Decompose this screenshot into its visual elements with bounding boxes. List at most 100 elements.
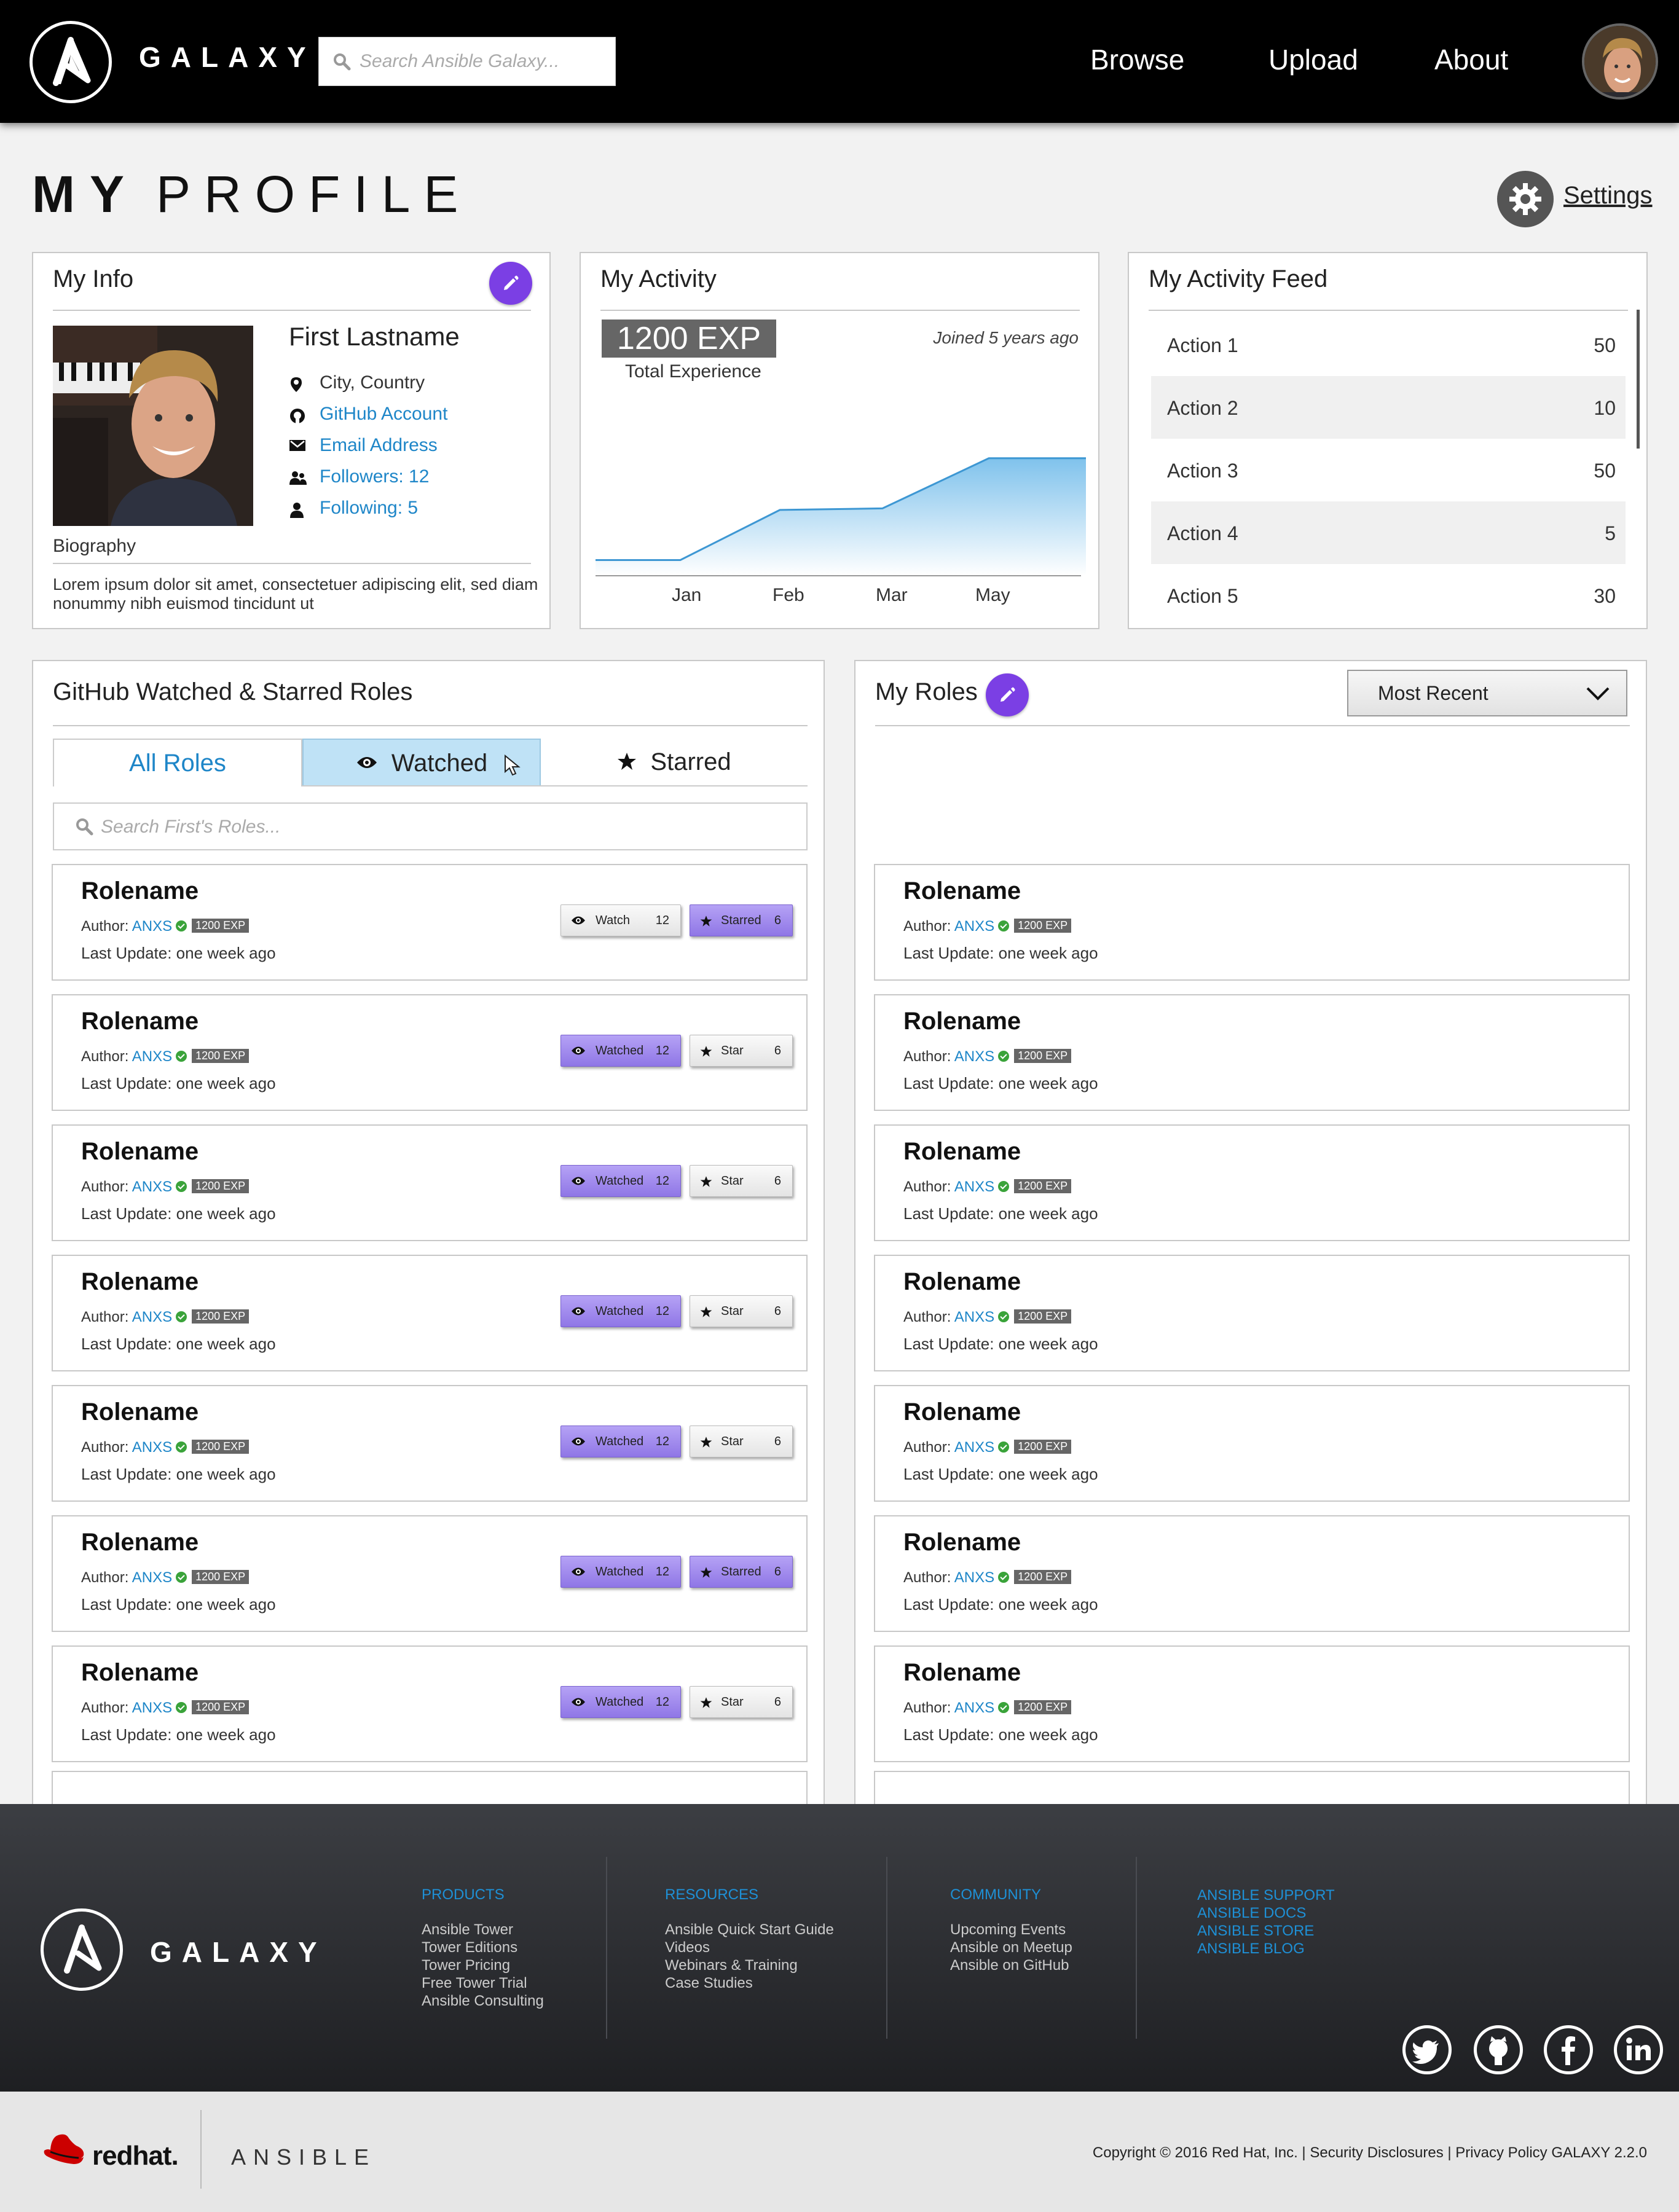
author-link[interactable]: ANXS — [954, 1569, 994, 1586]
feed-item[interactable]: Action 2 10 — [1151, 376, 1626, 439]
footer-link[interactable]: Ansible on Meetup — [950, 1939, 1072, 1956]
role-name[interactable]: Rolename — [81, 1008, 199, 1035]
watch-button[interactable]: Watched 12 — [560, 1426, 681, 1457]
author-link[interactable]: ANXS — [132, 1179, 172, 1195]
footer-link[interactable]: Ansible Consulting — [422, 1992, 544, 2010]
scrollbar[interactable] — [1637, 310, 1640, 449]
watch-button[interactable]: Watched 12 — [560, 1165, 681, 1197]
role-name[interactable]: Rolename — [903, 1659, 1021, 1687]
author-link[interactable]: ANXS — [132, 1700, 172, 1716]
watch-button[interactable]: Watched 12 — [560, 1686, 681, 1718]
footer-link[interactable]: Upcoming Events — [950, 1921, 1072, 1939]
role-card[interactable]: Rolename Author: ANXS 1200 EXP Last Update:… — [874, 1645, 1630, 1762]
footer-link[interactable]: ANSIBLE DOCS — [1197, 1904, 1335, 1922]
feed-item[interactable]: Action 1 50 — [1151, 313, 1626, 376]
tab-watched[interactable]: Watched — [302, 739, 541, 786]
role-card[interactable]: Rolename Author: ANXS 1200 EXP Last Update:… — [874, 864, 1630, 981]
global-search-input[interactable] — [360, 47, 605, 76]
edit-roles-button[interactable] — [986, 673, 1029, 716]
user-avatar[interactable] — [1582, 23, 1658, 100]
footer-link[interactable]: Ansible Quick Start Guide — [665, 1921, 834, 1939]
roles-search-input[interactable] — [101, 814, 777, 841]
footer-link[interactable]: Tower Editions — [422, 1939, 544, 1956]
github-icon[interactable] — [1474, 2025, 1523, 2074]
role-card[interactable]: Rolename Author: ANXS 1200 EXP Last Update:… — [52, 1515, 808, 1632]
role-name[interactable]: Rolename — [81, 877, 199, 905]
star-button[interactable]: Starred 6 — [690, 1556, 793, 1588]
role-name[interactable]: Rolename — [81, 1398, 199, 1426]
footer-link[interactable]: Tower Pricing — [422, 1956, 544, 1974]
footer-link[interactable]: ANSIBLE BLOG — [1197, 1940, 1335, 1958]
footer-link[interactable]: Videos — [665, 1939, 834, 1956]
role-card[interactable]: Rolename Author: ANXS 1200 EXP Last Update:… — [874, 1515, 1630, 1632]
github-link[interactable]: GitHub Account — [320, 404, 447, 425]
nav-about[interactable]: About — [1434, 43, 1508, 76]
settings-link[interactable]: Settings — [1563, 182, 1653, 210]
star-button[interactable]: Star 6 — [690, 1295, 793, 1327]
role-name[interactable]: Rolename — [903, 1398, 1021, 1426]
feed-item[interactable]: Action 4 5 — [1151, 501, 1626, 564]
footer-link[interactable]: ANSIBLE SUPPORT — [1197, 1886, 1335, 1904]
linkedin-icon[interactable] — [1614, 2025, 1663, 2074]
role-card[interactable]: Rolename Author: ANXS 1200 EXP Last Update:… — [874, 994, 1630, 1111]
redhat-wordmark[interactable]: redhat. — [92, 2141, 179, 2171]
role-name[interactable]: Rolename — [903, 1008, 1021, 1035]
role-card[interactable]: Rolename Author: ANXS 1200 EXP Last Update:… — [52, 994, 808, 1111]
star-button[interactable]: Star 6 — [690, 1686, 793, 1718]
ansible-logo[interactable] — [41, 1908, 123, 1991]
footer-link[interactable]: Ansible on GitHub — [950, 1956, 1072, 1974]
gear-icon[interactable] — [1497, 171, 1554, 227]
nav-browse[interactable]: Browse — [1090, 43, 1184, 76]
role-card[interactable]: Rolename Author: ANXS 1200 EXP Last Update:… — [52, 1385, 808, 1502]
role-name[interactable]: Rolename — [81, 1268, 199, 1296]
author-link[interactable]: ANXS — [132, 1309, 172, 1325]
author-link[interactable]: ANXS — [132, 918, 172, 935]
nav-upload[interactable]: Upload — [1268, 43, 1358, 76]
footer-link[interactable]: Free Tower Trial — [422, 1974, 544, 1992]
edit-info-button[interactable] — [489, 262, 532, 305]
author-link[interactable]: ANXS — [954, 1179, 994, 1195]
role-name[interactable]: Rolename — [81, 1529, 199, 1556]
tab-all-roles[interactable]: All Roles — [53, 739, 302, 786]
footer-link[interactable]: Webinars & Training — [665, 1956, 834, 1974]
role-card[interactable]: Rolename Author: ANXS 1200 EXP Last Update:… — [874, 1255, 1630, 1371]
role-name[interactable]: Rolename — [903, 1268, 1021, 1296]
role-card[interactable]: Rolename Author: ANXS 1200 EXP Last Update:… — [52, 1645, 808, 1762]
ansible-wordmark[interactable]: ANSIBLE — [231, 2144, 376, 2170]
global-search[interactable] — [318, 37, 616, 86]
facebook-icon[interactable] — [1544, 2025, 1593, 2074]
author-link[interactable]: ANXS — [954, 1309, 994, 1325]
watch-button[interactable]: Watched 12 — [560, 1295, 681, 1327]
twitter-icon[interactable] — [1402, 2025, 1452, 2074]
author-link[interactable]: ANXS — [132, 1439, 172, 1456]
role-card[interactable]: Rolename Author: ANXS 1200 EXP Last Update:… — [874, 1385, 1630, 1502]
redhat-hat-icon[interactable] — [42, 2131, 86, 2168]
followers-link[interactable]: Followers: 12 — [320, 466, 429, 487]
author-link[interactable]: ANXS — [132, 1569, 172, 1586]
following-link[interactable]: Following: 5 — [320, 498, 418, 519]
email-link[interactable]: Email Address — [320, 435, 438, 456]
footer-link[interactable]: Ansible Tower — [422, 1921, 544, 1939]
footer-link[interactable]: ANSIBLE STORE — [1197, 1922, 1335, 1940]
role-card[interactable]: Rolename Author: ANXS 1200 EXP Last Update:… — [874, 1124, 1630, 1241]
star-button[interactable]: Star 6 — [690, 1165, 793, 1197]
star-button[interactable]: Starred 6 — [690, 904, 793, 936]
star-button[interactable]: Star 6 — [690, 1426, 793, 1457]
author-link[interactable]: ANXS — [954, 1048, 994, 1065]
watch-button[interactable]: Watch 12 — [560, 904, 681, 936]
role-name[interactable]: Rolename — [81, 1138, 199, 1166]
tab-starred[interactable]: Starred — [541, 739, 808, 786]
role-card[interactable]: Rolename Author: ANXS 1200 EXP Last Update:… — [52, 864, 808, 981]
brand-name[interactable]: GALAXY — [139, 41, 316, 74]
author-link[interactable]: ANXS — [132, 1048, 172, 1065]
sort-dropdown[interactable]: Most Recent — [1347, 670, 1627, 716]
footer-link[interactable]: Case Studies — [665, 1974, 834, 1992]
star-button[interactable]: Star 6 — [690, 1035, 793, 1067]
watch-button[interactable]: Watched 12 — [560, 1556, 681, 1588]
footer-brand[interactable]: GALAXY — [150, 1936, 327, 1969]
role-card[interactable]: Rolename Author: ANXS 1200 EXP Last Update:… — [52, 1124, 808, 1241]
author-link[interactable]: ANXS — [954, 1439, 994, 1456]
ansible-logo[interactable] — [29, 21, 112, 103]
role-name[interactable]: Rolename — [903, 1529, 1021, 1556]
watch-button[interactable]: Watched 12 — [560, 1035, 681, 1067]
